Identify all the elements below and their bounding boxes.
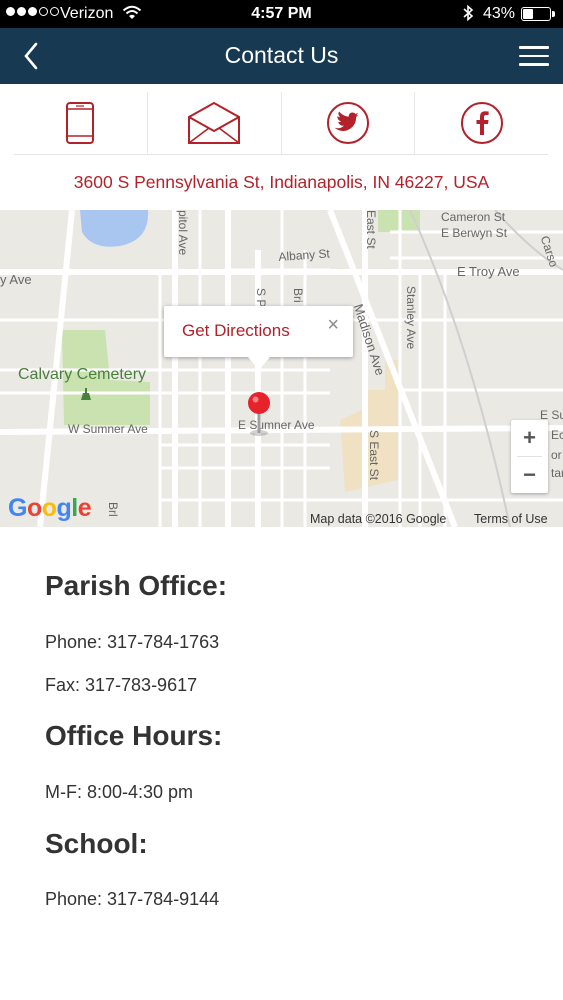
nav-header: Contact Us — [0, 28, 563, 84]
info-window: Get Directions × — [164, 306, 353, 370]
school-phone[interactable]: Phone: 317-784-9144 — [45, 889, 219, 910]
mail-icon — [188, 101, 241, 144]
phone-icon — [66, 102, 95, 144]
call-button[interactable] — [14, 92, 148, 154]
map-label: S East St — [367, 430, 381, 481]
battery-icon — [521, 7, 555, 21]
close-icon[interactable]: × — [327, 314, 339, 337]
map-label: or — [551, 448, 562, 462]
terms-of-use-link[interactable]: Terms of Use — [474, 512, 548, 526]
zoom-controls: + − — [511, 420, 548, 493]
school-heading: School: — [45, 828, 148, 859]
twitter-icon — [326, 102, 369, 144]
map-label: tar — [551, 466, 563, 480]
map-label: Bri — [291, 288, 305, 303]
hamburger-icon — [519, 46, 549, 49]
map-label: Brl — [106, 502, 120, 517]
get-directions-link[interactable]: Get Directions — [182, 321, 290, 341]
map-attribution: Map data ©2016 Google — [310, 512, 447, 526]
menu-button[interactable] — [519, 42, 549, 70]
zoom-in-button[interactable]: + — [511, 420, 548, 456]
map-label: S P — [254, 288, 268, 308]
clock: 4:57 PM — [251, 5, 312, 22]
map-label: pitol Ave — [176, 210, 190, 256]
status-bar: Verizon 4:57 PM 43% — [0, 0, 563, 28]
google-logo[interactable]: Google — [8, 494, 92, 523]
map-label: W Sumner Ave — [68, 422, 148, 436]
map-pin-icon[interactable] — [246, 391, 272, 437]
map-label: y Ave — [0, 272, 32, 287]
map-label: E Troy Ave — [457, 264, 520, 279]
facebook-icon — [460, 102, 503, 144]
battery-percent: 43% — [483, 5, 516, 22]
twitter-button[interactable] — [282, 92, 416, 154]
contact-icon-row — [14, 92, 548, 155]
map-label: Ec — [551, 428, 563, 442]
map-label: Cameron St — [441, 210, 506, 224]
address-text[interactable]: 3600 S Pennsylvania St, Indianapolis, IN… — [0, 172, 563, 193]
zoom-out-button[interactable]: − — [511, 457, 548, 493]
office-hours-heading: Office Hours: — [45, 720, 223, 751]
parish-office-heading: Parish Office: — [45, 570, 228, 601]
cemetery-icon — [80, 387, 92, 406]
map-label: East St — [364, 210, 378, 249]
map-view[interactable]: Cameron St E Berwyn St Albany St E Troy … — [0, 210, 563, 527]
bluetooth-icon — [462, 4, 474, 27]
page-title: Contact Us — [224, 42, 339, 68]
map-label: Stanley Ave — [404, 286, 418, 350]
email-button[interactable] — [148, 92, 282, 154]
facebook-button[interactable] — [415, 92, 548, 154]
map-label: E Berwyn St — [441, 226, 508, 240]
parish-phone[interactable]: Phone: 317-784-1763 — [45, 632, 219, 653]
map-label-cemetery: Calvary Cemetery — [18, 366, 147, 383]
parish-fax: Fax: 317-783-9617 — [45, 675, 198, 695]
office-hours-text: M-F: 8:00-4:30 pm — [45, 782, 194, 802]
